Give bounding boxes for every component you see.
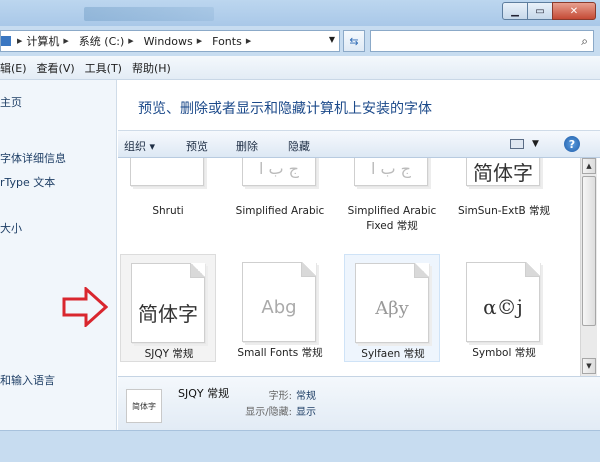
breadcrumb-label: 系统 (C:): [78, 35, 125, 48]
close-icon: ✕: [569, 5, 579, 17]
hide-button[interactable]: 隐藏: [288, 138, 310, 154]
scrollbar-thumb[interactable]: [582, 176, 596, 326]
font-page-icon: 简体字: [131, 263, 205, 343]
font-item-shruti[interactable]: Shruti: [120, 158, 216, 238]
font-item-small-fonts[interactable]: Abg Small Fonts 常规: [232, 254, 328, 372]
computer-icon: [1, 36, 11, 46]
nav-link-font-details[interactable]: 字体详细信息: [0, 150, 66, 166]
breadcrumb-arrow-icon[interactable]: ▶: [63, 37, 68, 45]
font-preview: ﺝ ﺏ ﺍ: [370, 159, 411, 178]
menu-bar: 辑(E) 查看(V) 工具(T) 帮助(H): [0, 56, 600, 80]
title-bar: ▁ ▭ ✕: [0, 0, 600, 26]
menu-view[interactable]: 查看(V): [37, 60, 75, 76]
breadcrumb-arrow-icon[interactable]: ▶: [17, 37, 22, 45]
font-preview: 简体字: [473, 161, 533, 185]
menu-edit[interactable]: 辑(E): [0, 60, 27, 76]
font-item-sylfaen[interactable]: Aβy Sylfaen 常规: [344, 254, 440, 362]
font-page-icon: 简体字: [466, 158, 540, 186]
font-name: Sylfaen 常规: [361, 348, 425, 360]
breadcrumb-computer[interactable]: 计算机 ▶: [26, 33, 72, 49]
help-icon[interactable]: ?: [564, 136, 580, 152]
selected-font-thumbnail: 简体字: [126, 389, 162, 423]
menu-tools[interactable]: 工具(T): [85, 60, 122, 76]
scroll-down-button[interactable]: ▼: [582, 358, 596, 374]
font-grid: Shruti ﺝ ﺏ ﺍ Simplified Arabic ﺝ ﺏ ﺍ Sim…: [118, 158, 580, 376]
menu-help[interactable]: 帮助(H): [132, 60, 171, 76]
chevron-down-icon: ▼: [586, 362, 592, 370]
view-options-icon[interactable]: [510, 139, 524, 149]
font-name: Simplified Arabic Fixed 常规: [347, 205, 437, 232]
font-name: SimSun-ExtB 常规: [457, 205, 551, 217]
breadcrumb-arrow-icon[interactable]: ▶: [197, 37, 202, 45]
breadcrumb-fonts[interactable]: Fonts ▶: [212, 35, 255, 48]
maximize-icon: ▭: [535, 5, 545, 17]
font-style-label: 字形:: [268, 391, 292, 402]
chevron-up-icon: ▲: [586, 162, 592, 170]
font-name: Symbol 常规: [472, 347, 536, 359]
view-dropdown-icon[interactable]: ▼: [532, 139, 539, 149]
font-name: Simplified Arabic: [235, 205, 325, 217]
font-page-icon: [130, 158, 204, 186]
nav-link-size[interactable]: 大小: [0, 220, 22, 236]
font-name: Shruti: [152, 205, 184, 217]
font-style-value: 常规: [296, 391, 316, 402]
window-title-ghost: [84, 7, 214, 21]
nav-link-cleartype[interactable]: rType 文本: [0, 174, 55, 190]
breadcrumb-label: 计算机: [26, 35, 60, 48]
refresh-button[interactable]: ⇆: [343, 30, 365, 52]
page-title: 预览、删除或者显示和隐藏计算机上安装的字体: [138, 101, 432, 117]
search-input[interactable]: ⌕: [370, 30, 594, 52]
minimize-icon: ▁: [511, 5, 519, 17]
address-dropdown-icon[interactable]: ▼: [329, 35, 335, 44]
vertical-scrollbar[interactable]: ▲ ▼: [580, 158, 597, 376]
font-page-icon: ﺝ ﺏ ﺍ: [242, 158, 316, 186]
address-bar[interactable]: ▶ 计算机 ▶ 系统 (C:) ▶ Windows ▶ Fonts ▶ ▼: [0, 30, 340, 52]
font-preview: α©ϳ: [483, 295, 523, 319]
nav-link-input-language[interactable]: 和输入语言: [0, 372, 55, 388]
font-preview: Abg: [261, 297, 297, 318]
details-pane: 简体字 SJQY 常规 字形: 常规 显示/隐藏: 显示: [118, 376, 600, 430]
preview-button[interactable]: 预览: [186, 138, 208, 154]
font-page-icon: ﺝ ﺏ ﺍ: [354, 158, 428, 186]
font-preview: 简体字: [138, 302, 198, 326]
breadcrumb-windows[interactable]: Windows ▶: [144, 35, 207, 48]
window-controls: ▁ ▭ ✕: [502, 2, 596, 20]
breadcrumb-label: Windows: [143, 34, 193, 48]
maximize-button[interactable]: ▭: [527, 2, 553, 20]
refresh-icon: ⇆: [349, 34, 359, 48]
scroll-up-button[interactable]: ▲: [582, 158, 596, 174]
font-name: SJQY 常规: [144, 348, 194, 360]
visibility-value: 显示: [296, 407, 316, 418]
breadcrumb-label: Fonts: [212, 34, 242, 48]
delete-button[interactable]: 删除: [236, 138, 258, 154]
font-page-icon: α©ϳ: [466, 262, 540, 342]
breadcrumb-arrow-icon[interactable]: ▶: [246, 37, 251, 45]
font-item-sjqy[interactable]: 简体字 SJQY 常规: [120, 254, 216, 362]
selected-font-name: SJQY 常规: [178, 387, 230, 400]
font-name: Small Fonts 常规: [237, 347, 323, 359]
breadcrumb-system-drive[interactable]: 系统 (C:) ▶: [79, 33, 138, 49]
content-header: 预览、删除或者显示和隐藏计算机上安装的字体: [118, 80, 600, 130]
font-item-simplified-arabic-fixed[interactable]: ﺝ ﺏ ﺍ Simplified Arabic Fixed 常规: [344, 158, 440, 254]
navigation-pane: 主页 字体详细信息 rType 文本 大小 和输入语言: [0, 80, 117, 430]
status-strip: [0, 430, 600, 462]
font-item-simplified-arabic[interactable]: ﺝ ﺏ ﺍ Simplified Arabic: [232, 158, 328, 238]
breadcrumb-arrow-icon[interactable]: ▶: [128, 37, 133, 45]
organize-button[interactable]: 组织 ▾: [124, 138, 155, 154]
font-page-icon: Abg: [242, 262, 316, 342]
font-item-symbol[interactable]: α©ϳ Symbol 常规: [456, 254, 552, 362]
visibility-label: 显示/隐藏:: [245, 407, 292, 418]
font-preview: Aβy: [375, 298, 409, 319]
red-arrow-icon: [62, 287, 108, 327]
command-bar: 组织 ▾ 预览 删除 隐藏 ▼ ?: [118, 130, 600, 158]
search-icon[interactable]: ⌕: [581, 34, 588, 49]
font-preview: ﺝ ﺏ ﺍ: [258, 159, 299, 178]
font-page-icon: Aβy: [355, 263, 429, 343]
font-item-simsun-extb[interactable]: 简体字 SimSun-ExtB 常规: [456, 158, 552, 238]
minimize-button[interactable]: ▁: [502, 2, 528, 20]
close-button[interactable]: ✕: [552, 2, 596, 20]
nav-link-home[interactable]: 主页: [0, 94, 22, 110]
